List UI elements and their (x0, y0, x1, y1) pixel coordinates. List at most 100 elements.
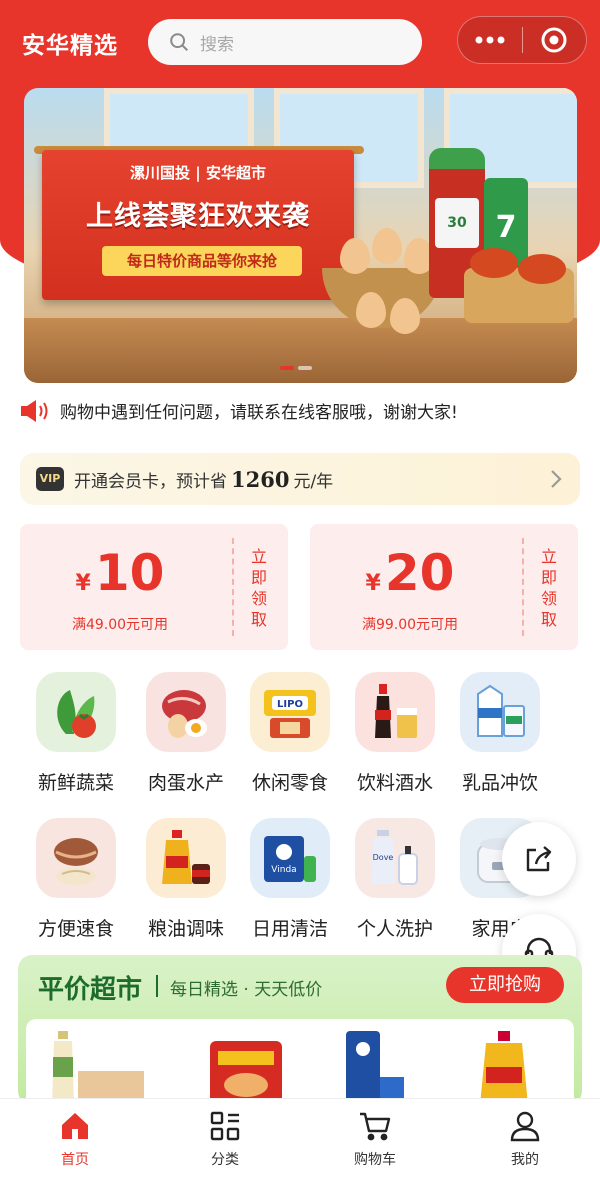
category-label: 粮油调味 (147, 918, 224, 940)
home-icon (62, 1113, 88, 1139)
vip-suffix: 元/年 (293, 471, 334, 492)
coupon-value: 20 (384, 544, 455, 602)
bottom-tab-bar: 首页 分类 购物车 我的 (0, 1098, 600, 1188)
category-cleaning[interactable]: Vinda 日用清洁 (238, 818, 342, 941)
coupon-card[interactable]: ¥20 满99.00元可用 立即领取 (310, 524, 578, 650)
egg-image (372, 228, 402, 264)
tab-profile[interactable]: 我的 (450, 1099, 600, 1188)
tab-label: 首页 (61, 1152, 89, 1168)
category-label: 休闲零食 (251, 772, 328, 794)
category-label: 方便速食 (37, 918, 114, 940)
tab-label: 分类 (211, 1152, 239, 1168)
coupon-amount: ¥10 (20, 544, 220, 602)
target-close-icon[interactable] (523, 17, 587, 63)
cleaning-icon: Vinda (250, 818, 330, 898)
banner-headline: 上线荟聚狂欢来袭 (86, 201, 310, 232)
category-label: 个人洗护 (356, 918, 433, 940)
banner-subline: 每日特价商品等你来抢 (102, 246, 302, 276)
category-oil-seasoning[interactable]: 粮油调味 (134, 818, 238, 941)
coupon-condition: 满49.00元可用 (71, 617, 169, 633)
category-meat-eggs[interactable]: 肉蛋水产 (134, 672, 238, 795)
coupon-condition: 满99.00元可用 (361, 617, 459, 633)
category-drinks[interactable]: 饮料酒水 (343, 672, 447, 795)
market-divider (156, 975, 158, 997)
promo-banner[interactable]: 漯川国投 | 安华超市 上线荟聚狂欢来袭 每日特价商品等你来抢 30 7 (24, 88, 577, 383)
share-button[interactable] (502, 822, 576, 896)
vip-amount: 1260 (231, 466, 290, 492)
carousel-dot-active (280, 366, 294, 370)
speaker-icon (21, 399, 48, 422)
profile-icon (510, 1111, 540, 1142)
category-label: 乳品冲饮 (461, 772, 538, 794)
top-bar: 安华精选 搜索 (0, 0, 600, 88)
crab-image (470, 248, 518, 278)
notice-bar: 购物中遇到任何问题，请联系在线客服哦，谢谢大家! (20, 398, 458, 423)
tab-label: 我的 (511, 1152, 539, 1168)
svg-text:Dove: Dove (373, 853, 394, 862)
promo-flag: 漯川国投 | 安华超市 上线荟聚狂欢来袭 每日特价商品等你来抢 (42, 150, 354, 300)
bottle-label: 30 (435, 198, 479, 248)
category-snacks[interactable]: LIPO 休闲零食 (238, 672, 342, 795)
instant-food-icon (36, 818, 116, 898)
coupon-card[interactable]: ¥10 满49.00元可用 立即领取 (20, 524, 288, 650)
coupon-currency: ¥ (75, 571, 91, 596)
claim-coupon-button[interactable]: 立即领取 (246, 546, 272, 630)
category-dairy[interactable]: 乳品冲饮 (448, 672, 552, 795)
cart-icon (360, 1112, 391, 1141)
category-instant-food[interactable]: 方便速食 (24, 818, 128, 941)
carousel-dot (298, 366, 312, 370)
egg-image (390, 298, 420, 334)
tab-label: 购物车 (354, 1152, 396, 1168)
buy-now-button[interactable]: 立即抢购 (446, 967, 564, 1003)
product-strip (26, 1019, 574, 1105)
category-label: 新鲜蔬菜 (37, 772, 114, 794)
table-surface (24, 318, 577, 383)
snacks-icon: LIPO (250, 672, 330, 752)
search-bar[interactable]: 搜索 (148, 19, 422, 65)
search-placeholder: 搜索 (200, 34, 234, 55)
tab-home[interactable]: 首页 (0, 1099, 150, 1188)
coupon-divider (232, 538, 234, 636)
egg-image (356, 292, 386, 328)
banner-brand: 漯川国投 | 安华超市 (130, 164, 266, 182)
svg-text:LIPO: LIPO (277, 699, 303, 710)
vip-badge-icon: VIP (36, 467, 64, 491)
coupon-amount: ¥20 (310, 544, 510, 602)
crab-image (518, 254, 566, 284)
coupon-value: 10 (94, 544, 165, 602)
chevron-right-icon (551, 470, 562, 488)
search-icon (170, 33, 188, 51)
category-vegetables[interactable]: 新鲜蔬菜 (24, 672, 128, 795)
carousel-indicator (280, 366, 312, 370)
category-personal-care[interactable]: Dove 个人洗护 (343, 818, 447, 941)
notice-text: 购物中遇到任何问题，请联系在线客服哦，谢谢大家! (60, 403, 458, 423)
coupon-currency: ¥ (365, 571, 381, 596)
product-noodles-image[interactable] (206, 1031, 286, 1105)
product-oil-image[interactable] (476, 1031, 546, 1105)
value-market-section: 平价超市 每日精选 · 天天低价 立即抢购 (18, 955, 582, 1105)
tab-cart[interactable]: 购物车 (300, 1099, 450, 1188)
category-label: 肉蛋水产 (147, 772, 224, 794)
vip-text: 开通会员卡，预计省 1260 元/年 (74, 467, 333, 492)
category-label: 日用清洁 (251, 918, 328, 940)
personal-care-icon: Dove (355, 818, 435, 898)
svg-text:Vinda: Vinda (271, 865, 296, 875)
vip-membership-bar[interactable]: VIP 开通会员卡，预计省 1260 元/年 (20, 453, 580, 505)
oil-seasoning-icon (146, 818, 226, 898)
category-label: 饮料酒水 (356, 772, 433, 794)
product-tissue-image[interactable] (342, 1031, 412, 1105)
share-icon (526, 846, 552, 872)
claim-coupon-button[interactable]: 立即领取 (536, 546, 562, 630)
category-icon (210, 1111, 240, 1141)
vegetables-icon (36, 672, 116, 752)
market-subtitle: 每日精选 · 天天低价 (170, 980, 323, 1000)
dairy-icon (460, 672, 540, 752)
meat-eggs-icon (146, 672, 226, 752)
coupon-divider (522, 538, 524, 636)
more-dots-icon[interactable] (458, 17, 522, 63)
drinks-icon (355, 672, 435, 752)
market-title: 平价超市 (38, 975, 143, 1005)
egg-image (340, 238, 370, 274)
tab-category[interactable]: 分类 (150, 1099, 300, 1188)
product-tea-bottle-image[interactable] (48, 1031, 144, 1105)
